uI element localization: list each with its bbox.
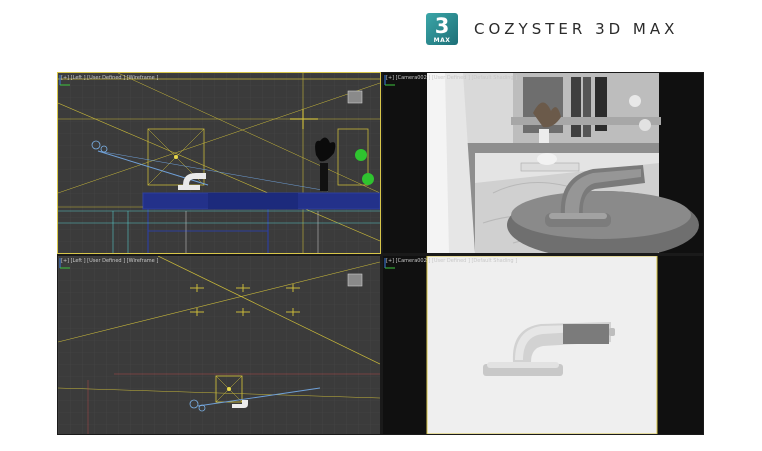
viewport-camera-shaded-bottom[interactable]: [+] [Camera002 ] [User Defined ] [Defaul… <box>383 256 703 434</box>
axis-gizmo-icon <box>384 258 395 269</box>
logo-sub: MAX <box>433 37 451 44</box>
axis-gizmo-icon <box>384 75 395 86</box>
axis-gizmo-icon <box>59 75 70 86</box>
viewport-left-wireframe-top[interactable]: [+] [Left ] [User Defined ] [Wireframe ] <box>57 72 381 254</box>
shaded-scene <box>426 256 658 434</box>
3ds-max-logo-icon: 3 MAX <box>426 13 458 45</box>
shaded-scene <box>427 73 699 253</box>
viewport-left-wireframe-bottom[interactable]: [+] [Left ] [User Defined ] [Wireframe ] <box>58 256 380 434</box>
viewport-label[interactable]: [+] [Left ] [User Defined ] [Wireframe ] <box>61 258 158 264</box>
wireframe-scene <box>58 73 380 253</box>
viewport-label[interactable]: [+] [Left ] [User Defined ] [Wireframe ] <box>61 75 158 81</box>
viewport-grid: [+] [Left ] [User Defined ] [Wireframe ] <box>57 72 704 435</box>
brand-header: 3 MAX COZYSTER 3D MAX <box>426 12 678 46</box>
axis-gizmo-icon <box>59 258 70 269</box>
wireframe-scene <box>58 256 380 434</box>
logo-number: 3 <box>434 14 450 38</box>
viewport-label[interactable]: [+] [Camera002 ] [User Defined ] [Defaul… <box>386 75 517 81</box>
viewport-label[interactable]: [+] [Camera002 ] [User Defined ] [Defaul… <box>386 258 517 264</box>
brand-title: COZYSTER 3D MAX <box>474 20 679 38</box>
viewport-camera-shaded-top[interactable]: [+] [Camera002 ] [User Defined ] [Defaul… <box>383 73 703 253</box>
